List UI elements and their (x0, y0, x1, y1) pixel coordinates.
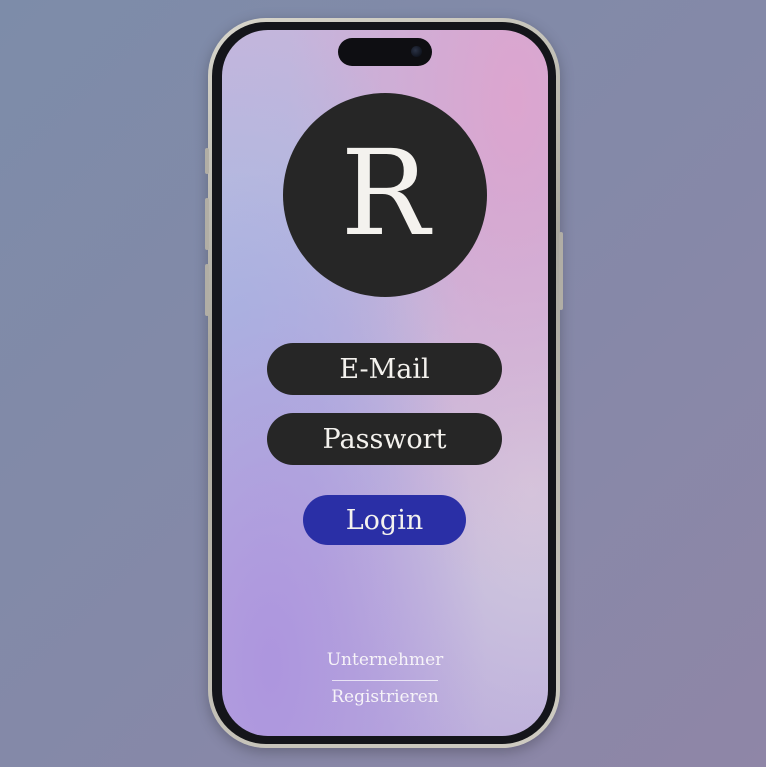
app-logo: R (283, 93, 487, 297)
camera-icon (411, 46, 422, 57)
phone-volume-down-button (205, 264, 209, 316)
logo-letter: R (340, 124, 430, 262)
email-field[interactable]: E-Mail (267, 343, 502, 395)
company-link[interactable]: Unternehmer (222, 650, 548, 670)
phone-power-button (559, 232, 563, 310)
phone-screen: R E-Mail Passwort Login Unternehmer Regi… (222, 30, 548, 736)
password-field[interactable]: Passwort (267, 413, 502, 465)
dynamic-island (338, 38, 432, 66)
register-link[interactable]: Registrieren (222, 687, 548, 707)
footer-divider (332, 680, 438, 681)
phone-volume-up-button (205, 198, 209, 250)
phone-action-button (205, 148, 209, 174)
login-button[interactable]: Login (303, 495, 466, 545)
